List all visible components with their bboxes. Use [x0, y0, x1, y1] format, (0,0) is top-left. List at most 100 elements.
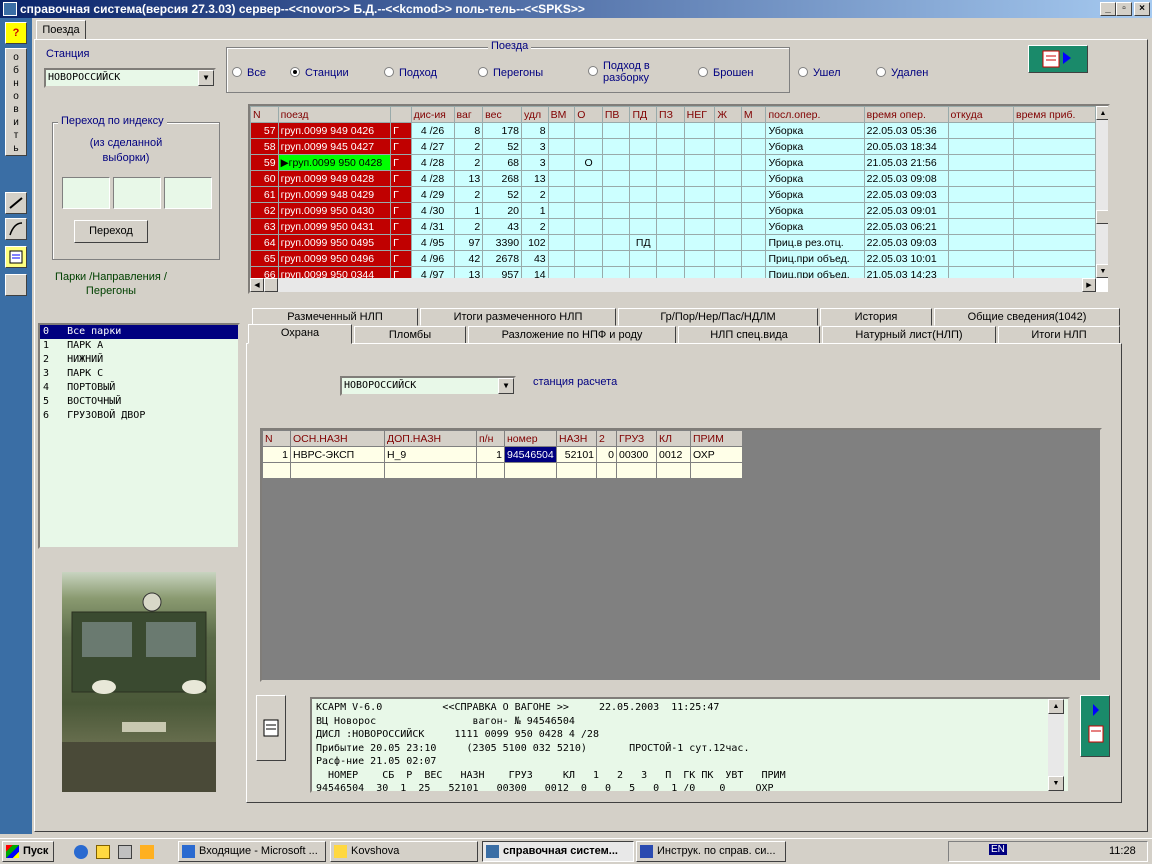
table-row[interactable]: 64 груп.0099 950 0495 Г 4 /95 97 3390 102 ПД При…: [250, 234, 1096, 251]
radio-option-2[interactable]: Подход: [384, 66, 437, 79]
hscroll-thumb[interactable]: [264, 278, 278, 292]
language-indicator[interactable]: EN: [989, 844, 1007, 855]
tab-row1-1[interactable]: Итоги размеченного НЛП: [420, 308, 616, 326]
print-report-button[interactable]: [1028, 45, 1088, 73]
taskbar-task-0[interactable]: Входящие - Microsoft ...: [178, 841, 326, 862]
calc-station-select[interactable]: НОВОРОССИЙСК ▼: [340, 376, 516, 396]
tab-row2-4[interactable]: Натурный лист(НЛП): [822, 326, 996, 344]
taskbar-task-2[interactable]: справочная систем...: [482, 841, 634, 862]
tab-row2-1[interactable]: Пломбы: [354, 326, 466, 344]
table-row[interactable]: 58 груп.0099 945 0427 Г 4 /27 2 52 3 Уборка 20.0…: [250, 138, 1096, 155]
trains-hscroll[interactable]: ◀ ▶: [250, 278, 1096, 292]
table-cell[interactable]: [504, 462, 557, 479]
column-header[interactable]: ПРИМ: [690, 430, 743, 447]
table-row[interactable]: 61 груп.0099 948 0429 Г 4 /29 2 52 2 Уборка 22.0…: [250, 186, 1096, 203]
index-field-1[interactable]: [62, 177, 110, 209]
table-row-empty[interactable]: [262, 462, 743, 479]
lightning-icon[interactable]: [140, 845, 154, 859]
tab-row2-5[interactable]: Итоги НЛП: [998, 326, 1120, 344]
minimize-button[interactable]: _: [1100, 2, 1116, 16]
radio-button[interactable]: [876, 67, 886, 77]
column-header[interactable]: время опер.: [863, 106, 949, 123]
tab-row1-2[interactable]: Гр/Пор/Нер/Пас/НДЛМ: [618, 308, 818, 326]
radio-button[interactable]: [290, 67, 300, 77]
table-cell[interactable]: [262, 462, 291, 479]
chevron-down-icon[interactable]: ▼: [498, 378, 514, 394]
radio-option-4[interactable]: Подход в разборку: [588, 60, 671, 84]
table-cell[interactable]: [690, 462, 743, 479]
park-item[interactable]: 0 Все парки: [40, 325, 238, 339]
chevron-down-icon[interactable]: ▼: [198, 70, 214, 86]
ie-icon[interactable]: [74, 845, 88, 859]
table-row[interactable]: 59 ▶груп.0099 950 0428 Г 4 /28 2 68 3 О Уборка 21…: [250, 154, 1096, 171]
close-button[interactable]: ×: [1134, 2, 1150, 16]
table-row[interactable]: 65 груп.0099 950 0496 Г 4 /96 42 2678 43 Приц.п…: [250, 250, 1096, 267]
column-header[interactable]: ВМ: [547, 106, 576, 123]
column-header[interactable]: удл: [521, 106, 549, 123]
column-header[interactable]: вес: [482, 106, 523, 123]
tab-row2-3[interactable]: НЛП спец.вида: [678, 326, 820, 344]
radio-button[interactable]: [478, 67, 488, 77]
station-select[interactable]: НОВОРОССИЙСК ▼: [44, 68, 216, 88]
radio-option-5[interactable]: Брошен: [698, 66, 753, 79]
table-row[interactable]: 62 груп.0099 950 0430 Г 4 /30 1 20 1 Уборка 22.0…: [250, 202, 1096, 219]
refresh-button[interactable]: обновить: [5, 48, 27, 156]
table-row[interactable]: 63 груп.0099 950 0431 Г 4 /31 2 43 2 Уборка 22.0…: [250, 218, 1096, 235]
radio-button[interactable]: [698, 67, 708, 77]
wagon-info-memo[interactable]: КСАРМ V-6.0 <<СПРАВКА О ВАГОНЕ >> 22.05.…: [310, 697, 1070, 793]
table-cell[interactable]: [556, 462, 597, 479]
table-cell[interactable]: 00300: [616, 446, 657, 463]
radio-option-1[interactable]: Станции: [290, 66, 349, 79]
radio-button[interactable]: [798, 67, 808, 77]
radio-button[interactable]: [384, 67, 394, 77]
tab-row2-2[interactable]: Разложение по НПФ и роду: [468, 326, 676, 344]
radio-option-7[interactable]: Удален: [876, 66, 928, 79]
guard-grid[interactable]: N ОСН.НАЗН ДОП.НАЗН п/н номер НАЗН 2 ГРУЗ КЛ ПРИМ…: [260, 428, 1102, 682]
scroll-left-icon[interactable]: ◀: [250, 278, 264, 292]
tab-row2-0[interactable]: Охрана: [248, 324, 352, 344]
column-header[interactable]: НАЗН: [556, 430, 597, 447]
column-header[interactable]: дис-ия: [410, 106, 455, 123]
park-item[interactable]: 5 ВОСТОЧНЫЙ: [40, 395, 238, 409]
table-cell[interactable]: НВРС-ЭКСП: [290, 446, 385, 463]
table-cell[interactable]: 52101: [556, 446, 597, 463]
column-header[interactable]: ГРУЗ: [616, 430, 657, 447]
table-cell[interactable]: [656, 462, 691, 479]
column-header[interactable]: О: [574, 106, 603, 123]
trains-table[interactable]: Nпоезд дис-ия ваг вес удл ВМ О ПВ ПД ПЗ НЕГ Ж Мпосл.…: [250, 106, 1096, 283]
tab-row1-4[interactable]: Общие сведения(1042): [934, 308, 1120, 326]
table-cell[interactable]: 0012: [656, 446, 691, 463]
column-header[interactable]: ДОП.НАЗН: [384, 430, 477, 447]
help-button[interactable]: ?: [5, 22, 27, 44]
index-field-2[interactable]: [113, 177, 161, 209]
table-cell[interactable]: 1: [476, 446, 505, 463]
column-header[interactable]: ПД: [629, 106, 658, 123]
column-header[interactable]: КЛ: [656, 430, 691, 447]
column-header[interactable]: номер: [504, 430, 557, 447]
table-row[interactable]: 57 груп.0099 949 0426 Г 4 /26 8 178 8 Уборка 22.…: [250, 122, 1096, 139]
taskbar-task-1[interactable]: Kovshova: [330, 841, 478, 862]
table-row[interactable]: 1 НВРС-ЭКСП Н_9 1 94546504 52101 0 00300 0012 ОХР: [262, 446, 743, 463]
radio-button[interactable]: [232, 67, 242, 77]
column-header[interactable]: ПВ: [601, 106, 631, 123]
print-wagon-button[interactable]: [1080, 695, 1110, 757]
table-cell[interactable]: [384, 462, 477, 479]
table-cell[interactable]: 0: [596, 446, 617, 463]
table-cell[interactable]: ОХР: [690, 446, 743, 463]
copy-report-button[interactable]: [256, 695, 286, 761]
column-header[interactable]: М: [740, 106, 767, 123]
radio-option-0[interactable]: Все: [232, 66, 266, 79]
column-header[interactable]: ваг: [453, 106, 484, 123]
goto-button[interactable]: Переход: [74, 220, 148, 243]
column-header[interactable]: откуда: [947, 106, 1015, 123]
column-header[interactable]: поезд: [277, 106, 392, 123]
radio-option-3[interactable]: Перегоны: [478, 66, 543, 79]
tab-trains[interactable]: Поезда: [36, 20, 86, 40]
scroll-up-icon[interactable]: ▲: [1048, 699, 1064, 714]
park-item[interactable]: 3 ПАРК С: [40, 367, 238, 381]
taskbar-task-3[interactable]: Инструк. по справ. си...: [636, 841, 786, 862]
scroll-thumb[interactable]: [1096, 210, 1108, 224]
column-header[interactable]: посл.опер.: [765, 106, 865, 123]
radio-button[interactable]: [588, 65, 598, 76]
index-field-3[interactable]: [164, 177, 212, 209]
